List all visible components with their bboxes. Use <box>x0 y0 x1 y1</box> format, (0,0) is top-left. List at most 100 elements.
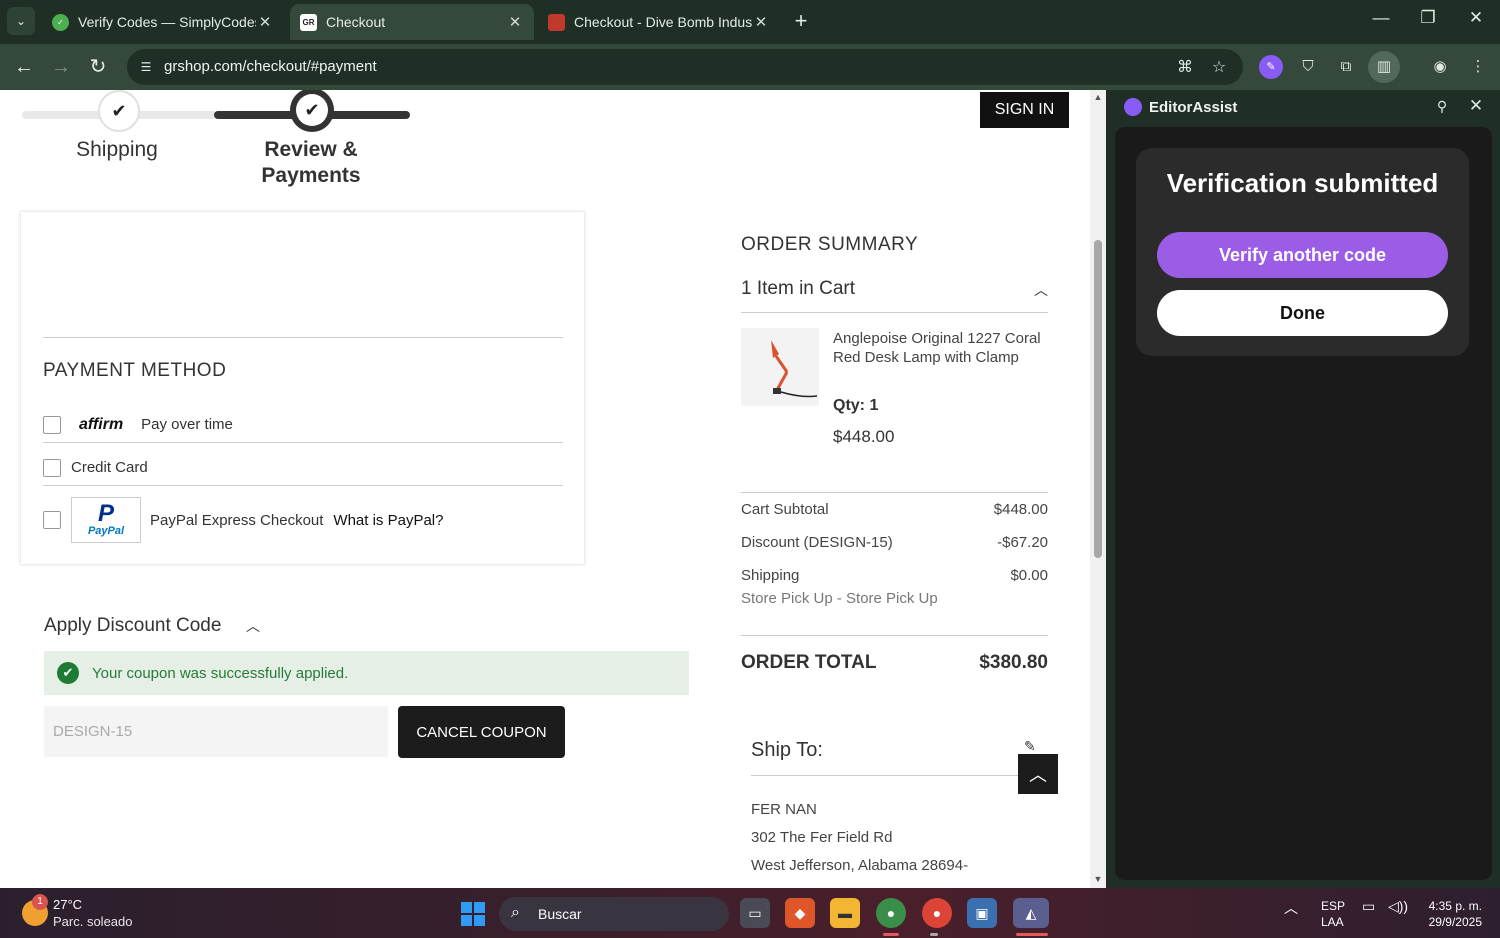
back-icon[interactable]: ← <box>11 54 37 80</box>
product-thumbnail[interactable] <box>741 328 819 406</box>
cart-count-toggle[interactable]: 1 Item in Cart <box>741 278 855 300</box>
divider <box>751 775 1031 776</box>
reload-icon[interactable]: ↻ <box>85 54 111 80</box>
editorassist-extension-icon[interactable]: ✎ <box>1259 55 1283 79</box>
volume-icon[interactable]: ◁)) <box>1388 898 1408 915</box>
done-button[interactable]: Done <box>1157 290 1448 336</box>
step-shipping-label[interactable]: Shipping <box>52 137 182 163</box>
checkmark-icon: ✔ <box>103 95 135 127</box>
chevron-up-icon[interactable]: ︿ <box>246 616 260 636</box>
chrome-icon[interactable]: ● <box>922 898 952 928</box>
window-close-icon[interactable]: ✕ <box>1461 8 1491 28</box>
windows-taskbar: 1 27°C Parc. soleado ⌕ Buscar ▭ ◆ ▬ ● ● … <box>0 888 1500 938</box>
tab-divebomb[interactable]: Checkout - Dive Bomb Industrie ✕ <box>538 4 780 40</box>
clock-time[interactable]: 4:35 p. m. <box>1422 899 1482 913</box>
affirm-label: Pay over time <box>141 416 233 433</box>
taskbar-search[interactable]: ⌕ Buscar <box>499 897 729 931</box>
payment-method-title: PAYMENT METHOD <box>43 360 227 381</box>
running-indicator <box>883 933 899 936</box>
shield-extension-icon[interactable]: ⛉ <box>1296 55 1320 79</box>
browser-toolbar: ← → ↻ ☰ grshop.com/checkout/#payment ⌘ ☆… <box>0 44 1500 90</box>
language-indicator[interactable]: ESP <box>1321 899 1345 913</box>
checkout-page: ✔ ✔ Shipping Review & Payments SIGN IN P… <box>0 90 1090 888</box>
cart-subtotal-row: Cart Subtotal $448.00 <box>741 501 1048 518</box>
edit-pencil-icon[interactable]: ✎ <box>1024 738 1036 755</box>
menu-kebab-icon[interactable]: ⋮ <box>1466 55 1490 79</box>
site-info-icon[interactable]: ☰ <box>137 58 155 76</box>
discount-code-input[interactable] <box>44 706 388 757</box>
editorassist-logo-icon <box>1124 98 1142 116</box>
unpin-icon[interactable]: ⚲ <box>1432 98 1452 115</box>
back-to-top-button[interactable]: ︿ <box>1018 754 1058 794</box>
app-window-icon[interactable]: ▣ <box>967 898 997 928</box>
order-total-row: ORDER TOTAL $380.80 <box>741 652 1048 673</box>
ship-to-name: FER NAN <box>751 801 817 818</box>
tab-close-icon[interactable]: ✕ <box>256 13 274 31</box>
payment-option-paypal[interactable]: P PayPal PayPal Express Checkout What is… <box>43 496 563 544</box>
discount-section-toggle[interactable]: Apply Discount Code <box>44 615 221 637</box>
payment-option-credit-card[interactable]: Credit Card <box>43 450 563 486</box>
cancel-coupon-button[interactable]: CANCEL COUPON <box>398 706 565 758</box>
grshop-favicon-icon: GR <box>300 13 317 31</box>
tab-close-icon[interactable]: ✕ <box>752 13 770 31</box>
address-bar[interactable]: ☰ grshop.com/checkout/#payment ⌘ ☆ <box>127 49 1243 85</box>
affirm-logo: affirm <box>79 415 124 433</box>
affirm-checkbox[interactable] <box>43 415 61 434</box>
page-scrollbar[interactable]: ▲ ▼ <box>1090 90 1106 888</box>
step-review-label: Review & Payments <box>261 138 361 187</box>
keyboard-layout-indicator[interactable]: LAA <box>1321 915 1344 929</box>
weather-temperature[interactable]: 27°C <box>53 897 82 912</box>
browser-tab-strip: ⌄ ✓ Verify Codes — SimplyCodes ✕ GR Chec… <box>0 0 1500 44</box>
tab-simplycodes[interactable]: ✓ Verify Codes — SimplyCodes ✕ <box>42 4 284 40</box>
start-windows-icon[interactable] <box>461 902 485 926</box>
chrome-profile-icon[interactable]: ● <box>876 898 906 928</box>
tab-search-chevron-icon[interactable]: ⌄ <box>7 7 35 35</box>
editorassist-side-panel: EditorAssist ⚲ ✕ Verification submitted … <box>1106 90 1500 888</box>
bookmark-star-icon[interactable]: ☆ <box>1208 57 1230 79</box>
divider <box>741 635 1048 636</box>
profile-icon[interactable]: ◉ <box>1428 55 1452 79</box>
tab-checkout[interactable]: GR Checkout ✕ <box>290 4 534 40</box>
paypal-checkbox[interactable] <box>43 511 61 529</box>
side-panel-body: Verification submitted Verify another co… <box>1115 127 1492 880</box>
task-view-icon[interactable]: ▭ <box>740 898 770 928</box>
credit-card-checkbox[interactable] <box>43 458 61 477</box>
active-app-icon[interactable]: ◭ <box>1013 898 1049 928</box>
side-panel-title: EditorAssist <box>1149 99 1238 116</box>
running-indicator <box>1016 933 1048 936</box>
side-panel-header: EditorAssist ⚲ ✕ <box>1106 90 1500 126</box>
weather-badge: 1 <box>32 894 48 910</box>
file-explorer-icon[interactable]: ▬ <box>830 898 860 928</box>
checkmark-icon: ✔ <box>296 94 328 126</box>
url-text[interactable]: grshop.com/checkout/#payment <box>164 58 377 75</box>
scroll-down-arrow-icon[interactable]: ▼ <box>1093 874 1103 884</box>
step-review-marker: ✔ <box>290 90 334 132</box>
extensions-puzzle-icon[interactable]: ⧉ <box>1334 55 1358 79</box>
sign-in-button[interactable]: SIGN IN <box>980 92 1069 128</box>
clock-date[interactable]: 29/9/2025 <box>1422 915 1482 929</box>
brave-browser-icon[interactable]: ◆ <box>785 898 815 928</box>
search-icon: ⌕ <box>511 904 520 921</box>
forward-icon[interactable]: → <box>48 54 74 80</box>
restore-icon[interactable]: ❐ <box>1413 8 1443 28</box>
payment-card: PAYMENT METHOD affirm Pay over time Cred… <box>20 211 585 565</box>
coupon-success-message: ✔ Your coupon was successfully applied. <box>44 651 689 695</box>
translate-icon[interactable]: ⌘ <box>1174 57 1196 79</box>
new-tab-button[interactable]: + <box>789 8 813 34</box>
step-shipping-marker: ✔ <box>98 90 140 132</box>
chevron-up-icon[interactable]: ︿ <box>1034 280 1048 300</box>
minimize-icon[interactable]: — <box>1366 8 1396 28</box>
shipping-row: Shipping $0.00 <box>741 567 1048 584</box>
side-panel-close-icon[interactable]: ✕ <box>1466 96 1486 116</box>
what-is-paypal-link[interactable]: What is PayPal? <box>333 512 443 529</box>
verify-another-code-button[interactable]: Verify another code <box>1157 232 1448 278</box>
tray-overflow-chevron-icon[interactable]: ︿ <box>1284 898 1298 918</box>
scroll-up-arrow-icon[interactable]: ▲ <box>1093 92 1103 102</box>
side-panel-icon[interactable]: ▥ <box>1368 51 1400 83</box>
network-icon[interactable]: ▭ <box>1362 898 1375 915</box>
payment-option-affirm[interactable]: affirm Pay over time <box>43 407 563 443</box>
tab-close-icon[interactable]: ✕ <box>506 13 524 31</box>
scrollbar-thumb[interactable] <box>1094 240 1102 558</box>
weather-description[interactable]: Parc. soleado <box>53 914 133 929</box>
product-name[interactable]: Anglepoise Original 1227 Coral Red Desk … <box>833 329 1043 367</box>
